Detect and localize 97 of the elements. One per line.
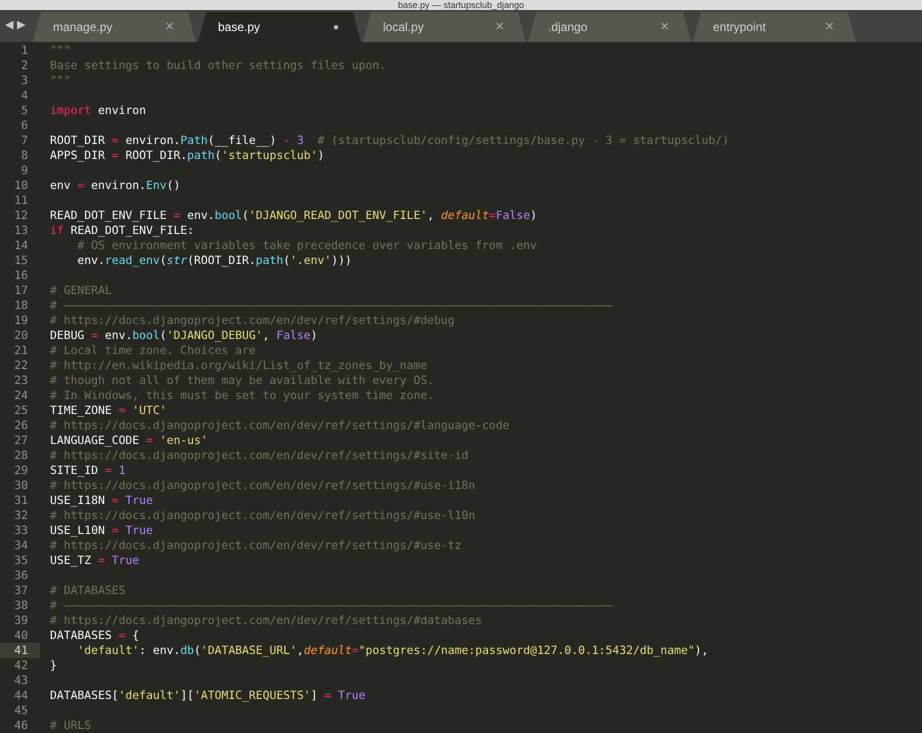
line-number: 5 bbox=[21, 103, 28, 118]
editor-tab[interactable]: entrypoint × bbox=[693, 12, 856, 42]
code-line: TIME_ZONE = 'UTC' bbox=[49, 403, 167, 418]
close-icon[interactable]: × bbox=[165, 16, 174, 38]
code-line: # DATABASES bbox=[49, 583, 126, 598]
line-number: 16 bbox=[14, 268, 28, 283]
code-line: # https://docs.djangoproject.com/en/dev/ref/settings/#use-tz bbox=[49, 538, 462, 553]
editor-tab[interactable]: local.py × bbox=[363, 12, 526, 42]
line-number: 37 bbox=[14, 583, 28, 598]
code-line: # OS environment variables take precedence over variables from .env bbox=[76, 238, 537, 253]
line-number: 7 bbox=[21, 133, 28, 148]
code-line: # though not all of them may be available with every OS. bbox=[49, 373, 434, 388]
code-line: ROOT_DIR = environ.Path(__file__) - 3 # (startupsclub/config/settings/base.py - 3 = startupsclub/) bbox=[49, 133, 729, 148]
back-button[interactable]: ◀ bbox=[5, 16, 13, 33]
code-line: Base settings to build other settings files upon. bbox=[49, 58, 386, 73]
code-line: DEBUG = env.bool('DJANGO_DEBUG', False) bbox=[49, 328, 318, 343]
line-number: 25 bbox=[14, 403, 28, 418]
code-line: LANGUAGE_CODE = 'en-us' bbox=[49, 433, 208, 448]
line-number: 27 bbox=[14, 433, 28, 448]
line-number: 45 bbox=[14, 703, 28, 718]
line-number: 22 bbox=[14, 358, 28, 373]
forward-button[interactable]: ▶ bbox=[17, 16, 25, 33]
line-number: 34 bbox=[14, 538, 28, 553]
close-icon[interactable]: × bbox=[660, 16, 669, 38]
line-number: 43 bbox=[14, 673, 28, 688]
line-number: 33 bbox=[14, 523, 28, 538]
line-number: 10 bbox=[14, 178, 28, 193]
code-line: # GENERAL bbox=[49, 283, 112, 298]
code-line: USE_L10N = True bbox=[49, 523, 153, 538]
window-title: base.py — startupsclub_django bbox=[398, 0, 524, 10]
line-number: 41 bbox=[14, 643, 28, 658]
code-line: # URLS bbox=[49, 718, 92, 733]
line-number: 12 bbox=[14, 208, 28, 223]
line-number: 46 bbox=[14, 718, 28, 733]
line-number: 1 bbox=[21, 43, 28, 58]
line-number: 6 bbox=[21, 118, 28, 133]
line-number: 40 bbox=[14, 628, 28, 643]
line-number: 44 bbox=[14, 688, 28, 703]
line-number: 14 bbox=[14, 238, 28, 253]
line-number: 4 bbox=[21, 88, 28, 103]
code-line: # https://docs.djangoproject.com/en/dev/ref/settings/#language-code bbox=[49, 418, 510, 433]
code-line: 'default': env.db('DATABASE_URL',default="postgres://name:password@127.0.0.1:5432/db_name"), bbox=[76, 643, 708, 658]
line-number: 3 bbox=[21, 73, 28, 88]
code-line: # http://en.wikipedia.org/wiki/List_of_tz_zones_by_name bbox=[49, 358, 428, 373]
code-line: DATABASES['default']['ATOMIC_REQUESTS'] = True bbox=[49, 688, 366, 703]
code-line: USE_TZ = True bbox=[49, 553, 140, 568]
code-line: # https://docs.djangoproject.com/en/dev/ref/settings/#databases bbox=[49, 613, 482, 628]
line-number: 15 bbox=[14, 253, 28, 268]
code-line: # https://docs.djangoproject.com/en/dev/ref/settings/#site-id bbox=[49, 448, 468, 463]
code-line: } bbox=[49, 658, 57, 673]
line-number: 26 bbox=[14, 418, 28, 433]
line-number: 8 bbox=[21, 148, 28, 163]
unsaved-dot-icon[interactable]: ● bbox=[332, 20, 339, 34]
line-number: 38 bbox=[14, 598, 28, 613]
close-icon[interactable]: × bbox=[495, 16, 504, 38]
code-line: env.read_env(str(ROOT_DIR.path('.env'))) bbox=[76, 253, 352, 268]
line-number: 28 bbox=[14, 448, 28, 463]
code-line: """ bbox=[49, 43, 71, 58]
line-number: 2 bbox=[21, 58, 28, 73]
code-line: # https://docs.djangoproject.com/en/dev/ref/settings/#debug bbox=[49, 313, 455, 328]
line-number: 9 bbox=[21, 163, 28, 178]
code-line: # Local time zone. Choices are bbox=[49, 343, 256, 358]
line-number: 23 bbox=[14, 373, 28, 388]
line-number: 39 bbox=[14, 613, 28, 628]
code-line: # In Windows, this must be set to your system time zone. bbox=[49, 388, 434, 403]
code-line: # https://docs.djangoproject.com/en/dev/ref/settings/#use-i18n bbox=[49, 478, 476, 493]
editor-tab[interactable]: base.py ● bbox=[198, 12, 361, 42]
code-line: env = environ.Env() bbox=[49, 178, 180, 193]
code-line: # ———————————————————————————————————————————————————————————————————————————————— bbox=[49, 598, 612, 613]
line-number: 24 bbox=[14, 388, 28, 403]
line-number: 11 bbox=[14, 193, 28, 208]
code-line: USE_I18N = True bbox=[49, 493, 153, 508]
editor-tab[interactable]: manage.py × bbox=[33, 12, 196, 42]
line-number: 31 bbox=[14, 493, 28, 508]
line-number: 19 bbox=[14, 313, 28, 328]
line-number: 35 bbox=[14, 553, 28, 568]
line-number: 13 bbox=[14, 223, 28, 238]
code-line: READ_DOT_ENV_FILE = env.bool('DJANGO_READ_DOT_ENV_FILE', default=False) bbox=[49, 208, 537, 223]
line-number: 36 bbox=[14, 568, 28, 583]
code-line: import environ bbox=[49, 103, 146, 118]
code-line: # ———————————————————————————————————————————————————————————————————————————————— bbox=[49, 298, 612, 313]
code-line: """ bbox=[49, 73, 71, 88]
code-line: APPS_DIR = ROOT_DIR.path('startupsclub') bbox=[49, 148, 324, 163]
line-number: 42 bbox=[14, 658, 28, 673]
code-line: # https://docs.djangoproject.com/en/dev/ref/settings/#use-l10n bbox=[49, 508, 476, 523]
code-line: SITE_ID = 1 bbox=[49, 463, 126, 478]
line-number: 17 bbox=[14, 283, 28, 298]
line-number: 29 bbox=[14, 463, 28, 478]
close-icon[interactable]: × bbox=[825, 16, 834, 38]
line-number: 32 bbox=[14, 508, 28, 523]
line-number: 20 bbox=[14, 328, 28, 343]
code-line: DATABASES = { bbox=[49, 628, 140, 643]
line-number: 18 bbox=[14, 298, 28, 313]
line-number: 30 bbox=[14, 478, 28, 493]
editor-tab[interactable]: .django × bbox=[528, 12, 691, 42]
code-line: if READ_DOT_ENV_FILE: bbox=[49, 223, 194, 238]
line-number: 21 bbox=[14, 343, 28, 358]
